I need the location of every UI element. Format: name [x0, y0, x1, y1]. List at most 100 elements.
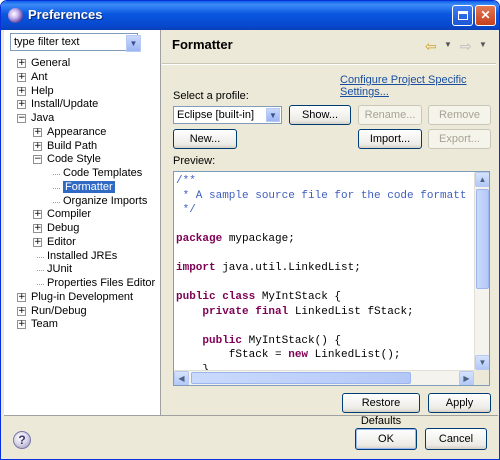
collapse-icon[interactable]: − — [17, 114, 26, 123]
tree-item-team[interactable]: + Team — [4, 318, 161, 332]
tree-item-debug[interactable]: + Debug — [4, 222, 161, 236]
code-line: import java.util.LinkedList; — [176, 261, 476, 276]
expand-icon[interactable]: + — [17, 72, 26, 82]
tree-item-install-update[interactable]: + Install/Update — [4, 98, 161, 112]
cancel-button[interactable]: Cancel — [425, 428, 487, 450]
expand-icon[interactable]: + — [33, 210, 42, 220]
tree-item-ant[interactable]: + Ant — [4, 71, 161, 85]
filter-text: type filter text — [14, 36, 80, 48]
expand-icon[interactable]: + — [17, 320, 26, 330]
code-line: * A sample source file for the code form… — [176, 189, 476, 204]
code-token: LinkedList fStack; — [288, 305, 414, 318]
tree-item-label: Editor — [47, 235, 76, 248]
code-line: fStack = new LinkedList(); — [176, 348, 476, 363]
vertical-scrollbar[interactable]: ▲ ▼ — [474, 172, 489, 370]
tree-item-installed-jres[interactable]: Installed JREs — [4, 250, 161, 264]
expand-icon[interactable]: + — [33, 141, 42, 151]
tree-item-label: Build Path — [47, 139, 98, 152]
ok-button[interactable]: OK — [355, 428, 417, 450]
horizontal-scroll-thumb[interactable] — [191, 372, 411, 384]
code-token: mypackage; — [222, 233, 295, 245]
tree-connector — [53, 201, 60, 203]
code-token: LinkedList(); — [308, 349, 401, 361]
expand-icon[interactable]: + — [17, 100, 26, 110]
expand-icon[interactable]: + — [17, 306, 26, 316]
maximize-button[interactable] — [452, 5, 473, 26]
tree-item-plug-in-development[interactable]: + Plug-in Development — [4, 291, 161, 305]
apply-button[interactable]: Apply — [428, 393, 491, 413]
expand-icon[interactable]: + — [17, 59, 26, 68]
expand-icon[interactable]: + — [33, 224, 42, 233]
tree-item-label: Compiler — [47, 208, 92, 221]
tree-item-properties-files-editor[interactable]: Properties Files Editor — [4, 277, 161, 291]
import-button[interactable]: Import... — [358, 129, 422, 149]
scroll-left-icon[interactable]: ◀ — [174, 371, 189, 385]
expand-icon[interactable]: + — [17, 292, 26, 302]
button-bar-separator — [4, 415, 498, 416]
eclipse-icon — [8, 8, 23, 23]
restore-defaults-button[interactable]: Restore Defaults — [342, 393, 420, 427]
code-line: } — [176, 363, 476, 371]
chevron-down-icon[interactable]: ▼ — [266, 108, 280, 122]
tree-item-label: Code Templates — [63, 167, 143, 179]
tree-connector — [53, 187, 60, 189]
code-keyword: import — [176, 262, 216, 274]
expand-icon[interactable]: + — [33, 127, 42, 137]
tree-item-formatter[interactable]: Formatter — [4, 180, 161, 195]
tree-item-label: Plug-in Development — [31, 290, 134, 303]
tree-item-code-style[interactable]: − Code Style — [4, 153, 161, 167]
tree-item-label: Code Style — [47, 153, 101, 166]
remove-button[interactable]: Remove — [428, 105, 491, 125]
back-history-dropdown-icon[interactable]: ▼ — [444, 40, 452, 49]
expand-icon[interactable]: + — [17, 86, 26, 96]
tree-item-label: Formatter — [63, 180, 115, 193]
back-arrow-icon[interactable]: ⇦ — [425, 38, 437, 55]
code-text: /** * A sample source file for the code … — [176, 174, 476, 370]
preferences-window: Preferences ✕ type filter text ▼ + Genera… — [0, 0, 500, 460]
expand-icon[interactable]: + — [33, 237, 42, 247]
filter-input[interactable]: type filter text ▼ — [10, 33, 141, 52]
profile-select[interactable]: Eclipse [built-in] ▼ — [173, 106, 282, 124]
tree-item-label: Ant — [31, 70, 48, 83]
horizontal-scrollbar[interactable]: ◀ ▶ — [174, 370, 474, 385]
code-line: package mypackage; — [176, 232, 476, 247]
code-keyword: new — [288, 349, 309, 361]
tree-item-java[interactable]: − Java — [4, 112, 161, 126]
forward-history-dropdown-icon[interactable]: ▼ — [479, 40, 487, 49]
tree-item-build-path[interactable]: + Build Path — [4, 140, 161, 154]
tree-item-run-debug[interactable]: + Run/Debug — [4, 305, 161, 319]
tree-item-editor[interactable]: + Editor — [4, 236, 161, 250]
rename-button[interactable]: Rename... — [358, 105, 422, 125]
profile-label: Select a profile: — [173, 90, 249, 102]
chevron-down-icon[interactable]: ▼ — [126, 35, 141, 52]
tree-item-general[interactable]: + General — [4, 57, 161, 71]
code-preview[interactable]: /** * A sample source file for the code … — [173, 171, 490, 386]
tree-item-organize-imports[interactable]: Organize Imports — [4, 195, 161, 209]
tree-item-junit[interactable]: JUnit — [4, 263, 161, 277]
profile-value: Eclipse [built-in] — [177, 109, 255, 121]
tree-item-appearance[interactable]: + Appearance — [4, 126, 161, 140]
help-icon[interactable]: ? — [13, 431, 31, 449]
title-bar[interactable]: Preferences ✕ — [1, 1, 499, 30]
scroll-down-icon[interactable]: ▼ — [475, 355, 489, 370]
tree-item-label: General — [31, 57, 71, 69]
code-comment: */ — [176, 204, 196, 216]
show-button[interactable]: Show... — [289, 105, 351, 125]
tree-item-help[interactable]: + Help — [4, 85, 161, 99]
vertical-scroll-thumb[interactable] — [476, 189, 489, 289]
scroll-up-icon[interactable]: ▲ — [475, 172, 489, 187]
collapse-icon[interactable]: − — [33, 155, 42, 165]
tree-item-compiler[interactable]: + Compiler — [4, 208, 161, 222]
forward-arrow-icon[interactable]: ⇨ — [460, 38, 472, 55]
configure-project-settings-link[interactable]: Configure Project Specific Settings... — [340, 74, 496, 98]
close-button[interactable]: ✕ — [475, 5, 496, 26]
window-title: Preferences — [28, 7, 103, 22]
new-button[interactable]: New... — [173, 129, 237, 149]
export-button[interactable]: Export... — [428, 129, 491, 149]
tree-item-code-templates[interactable]: Code Templates — [4, 167, 161, 181]
scroll-right-icon[interactable]: ▶ — [459, 371, 474, 385]
